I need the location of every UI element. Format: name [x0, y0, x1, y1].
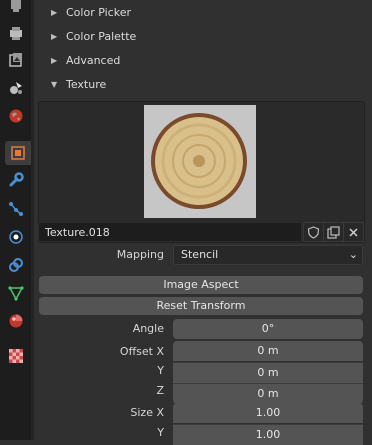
- panel-color-picker[interactable]: ▶ Color Picker: [34, 0, 372, 24]
- panel-title: Color Picker: [66, 5, 131, 19]
- physics-icon: [9, 230, 23, 244]
- wood-slice-thumbnail: [144, 105, 256, 218]
- image-aspect-button[interactable]: Image Aspect: [39, 276, 363, 294]
- scene-tab[interactable]: [4, 76, 28, 100]
- particles-tab[interactable]: [4, 197, 28, 221]
- texture-name-field[interactable]: Texture.018: [38, 222, 302, 242]
- texture-tab[interactable]: [4, 344, 28, 368]
- object-data-tab[interactable]: [4, 281, 28, 305]
- modifier-wrench-icon: [9, 172, 24, 187]
- collapsed-arrow-icon: ▶: [51, 31, 58, 41]
- mapping-dropdown[interactable]: Stencil ⌄: [173, 245, 363, 265]
- close-icon: [349, 227, 358, 237]
- collapsed-arrow-icon: ▶: [51, 55, 58, 65]
- texture-preview-image[interactable]: [144, 105, 256, 218]
- angle-field[interactable]: 0°: [173, 319, 363, 339]
- duplicate-texture-button[interactable]: [323, 222, 344, 242]
- fake-user-button[interactable]: [303, 222, 324, 242]
- offset-z-field[interactable]: 0 m: [173, 383, 363, 404]
- properties-tab-strip: [0, 0, 31, 440]
- object-icon: [11, 146, 25, 160]
- tool-tab[interactable]: [4, 0, 28, 18]
- material-tab[interactable]: [4, 309, 28, 333]
- panel-color-palette[interactable]: ▶ Color Palette: [34, 24, 372, 48]
- texture-checker-icon: [9, 349, 23, 363]
- shield-icon: [307, 225, 320, 239]
- scene-icon: [10, 82, 22, 94]
- expanded-arrow-icon: ▼: [51, 79, 58, 89]
- chevron-down-icon: ⌄: [348, 248, 358, 261]
- constraints-icon: [9, 258, 23, 272]
- particles-icon: [9, 202, 23, 216]
- mapping-value: Stencil: [181, 248, 219, 261]
- reset-transform-button[interactable]: Reset Transform: [39, 297, 363, 315]
- offset-x-label: Offset X: [119, 345, 164, 358]
- panel-texture[interactable]: ▼ Texture: [34, 72, 372, 96]
- render-tab[interactable]: [4, 22, 28, 46]
- properties-editor: ▶ Color Picker ▶ Color Palette ▶ Advance…: [34, 0, 372, 445]
- panel-title: Texture: [66, 77, 107, 91]
- duplicate-icon: [327, 225, 340, 239]
- world-icon: [9, 109, 23, 123]
- object-data-mesh-icon: [8, 286, 24, 301]
- offset-y-label: Y: [157, 364, 164, 377]
- panel-title: Advanced: [66, 53, 121, 67]
- collapsed-arrow-icon: ▶: [51, 7, 58, 17]
- world-tab[interactable]: [4, 104, 28, 128]
- object-tab[interactable]: [5, 141, 31, 165]
- panel-title: Color Palette: [66, 29, 137, 43]
- unlink-texture-button[interactable]: [343, 222, 364, 242]
- size-x-field[interactable]: 1.00: [173, 403, 363, 423]
- size-x-label: Size X: [130, 406, 164, 419]
- panel-advanced[interactable]: ▶ Advanced: [34, 48, 372, 72]
- tool-icon: [11, 0, 21, 12]
- size-y-field[interactable]: 1.00: [173, 424, 363, 445]
- render-icon: [10, 27, 22, 40]
- offset-z-label: Z: [156, 384, 164, 397]
- material-icon: [9, 314, 23, 328]
- offset-y-field[interactable]: 0 m: [173, 362, 363, 383]
- constraints-tab[interactable]: [4, 253, 28, 277]
- output-icon: [9, 53, 22, 67]
- offset-x-field[interactable]: 0 m: [173, 341, 363, 361]
- modifier-tab[interactable]: [4, 168, 28, 192]
- physics-tab[interactable]: [4, 225, 28, 249]
- angle-label: Angle: [132, 322, 164, 335]
- mapping-label: Mapping: [116, 248, 164, 261]
- output-tab[interactable]: [4, 48, 28, 72]
- size-y-label: Y: [157, 426, 164, 439]
